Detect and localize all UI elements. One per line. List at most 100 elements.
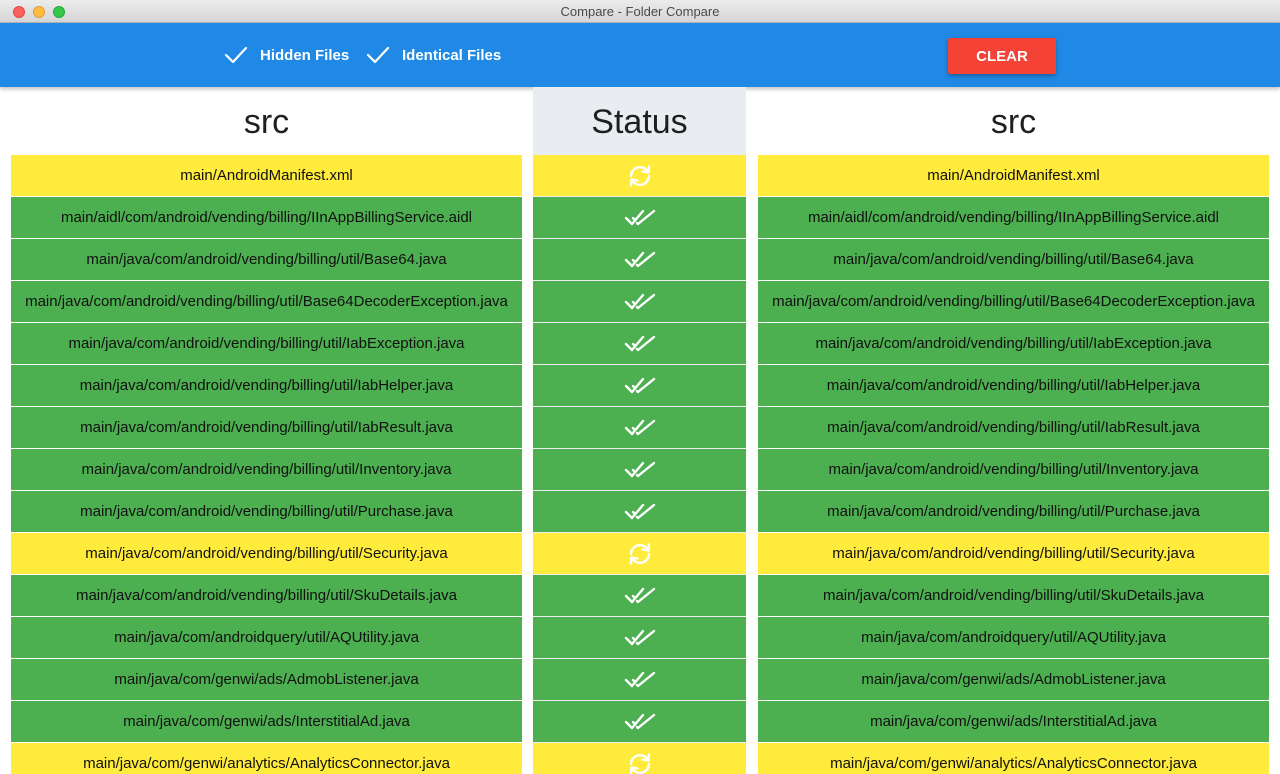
status-cell[interactable] [533, 701, 746, 742]
right-file-row[interactable]: main/java/com/android/vending/billing/ut… [758, 575, 1269, 616]
file-path: main/java/com/android/vending/billing/ut… [822, 587, 1205, 604]
file-path: main/java/com/android/vending/billing/ut… [79, 377, 454, 394]
sync-icon [629, 752, 650, 774]
file-path: main/java/com/android/vending/billing/ut… [832, 545, 1195, 562]
right-folder-column: src main/AndroidManifest.xml main/aidl/co… [758, 87, 1269, 774]
sync-icon [629, 542, 650, 565]
file-path: main/java/com/android/vending/billing/ut… [86, 251, 447, 268]
left-file-row[interactable]: main/java/com/android/vending/billing/ut… [11, 407, 522, 448]
file-path: main/java/com/androidquery/util/AQUtilit… [114, 629, 419, 646]
status-cell[interactable] [533, 659, 746, 700]
file-path: main/java/com/genwi/analytics/AnalyticsC… [830, 755, 1197, 772]
double-check-icon [624, 671, 655, 687]
checkmark-icon [224, 46, 248, 64]
double-check-icon [624, 209, 655, 225]
file-path: main/java/com/android/vending/billing/ut… [80, 503, 453, 520]
right-file-row[interactable]: main/java/com/android/vending/billing/ut… [758, 323, 1269, 364]
status-cell[interactable] [533, 239, 746, 280]
left-file-list: main/AndroidManifest.xml main/aidl/com/an… [11, 155, 522, 774]
file-path: main/AndroidManifest.xml [180, 167, 353, 184]
left-file-row[interactable]: main/java/com/android/vending/billing/ut… [11, 365, 522, 406]
double-check-icon [624, 587, 655, 603]
left-file-row[interactable]: main/aidl/com/android/vending/billing/II… [11, 197, 522, 238]
file-path: main/aidl/com/android/vending/billing/II… [60, 209, 473, 226]
left-file-row[interactable]: main/java/com/android/vending/billing/ut… [11, 449, 522, 490]
status-cell[interactable] [533, 491, 746, 532]
status-cell[interactable] [533, 407, 746, 448]
status-cell[interactable] [533, 365, 746, 406]
left-file-row[interactable]: main/java/com/android/vending/billing/ut… [11, 323, 522, 364]
status-cell[interactable] [533, 743, 746, 774]
file-path: main/java/com/genwi/ads/AdmobListener.ja… [114, 671, 419, 688]
status-cell[interactable] [533, 575, 746, 616]
left-file-row[interactable]: main/AndroidManifest.xml [11, 155, 522, 196]
right-column-title: src [990, 103, 1037, 141]
file-path: main/java/com/androidquery/util/AQUtilit… [861, 629, 1166, 646]
left-column-title: src [243, 103, 290, 141]
file-path: main/java/com/android/vending/billing/ut… [81, 461, 452, 478]
file-path: main/java/com/genwi/ads/AdmobListener.ja… [861, 671, 1166, 688]
file-path: main/java/com/android/vending/billing/ut… [80, 419, 453, 436]
left-file-row[interactable]: main/java/com/android/vending/billing/ut… [11, 533, 522, 574]
double-check-icon [624, 377, 655, 393]
file-path: main/java/com/android/vending/billing/ut… [772, 293, 1255, 310]
status-cell[interactable] [533, 155, 746, 196]
left-file-row[interactable]: main/java/com/genwi/ads/InterstitialAd.j… [11, 701, 522, 742]
status-column-title: Status [591, 103, 688, 141]
status-column: Status [533, 87, 746, 774]
right-file-row[interactable]: main/java/com/genwi/analytics/AnalyticsC… [758, 743, 1269, 774]
file-path: main/java/com/android/vending/billing/ut… [25, 293, 508, 310]
file-path: main/java/com/android/vending/billing/ut… [827, 419, 1200, 436]
double-check-icon [624, 713, 655, 729]
right-file-row[interactable]: main/java/com/android/vending/billing/ut… [758, 365, 1269, 406]
file-path: main/java/com/genwi/ads/InterstitialAd.j… [870, 713, 1157, 730]
right-file-row[interactable]: main/java/com/android/vending/billing/ut… [758, 449, 1269, 490]
clear-button[interactable]: CLEAR [948, 38, 1056, 74]
left-file-row[interactable]: main/java/com/android/vending/billing/ut… [11, 575, 522, 616]
double-check-icon [624, 419, 655, 435]
status-list [533, 155, 746, 774]
left-file-row[interactable]: main/java/com/android/vending/billing/ut… [11, 239, 522, 280]
status-cell[interactable] [533, 323, 746, 364]
right-file-row[interactable]: main/java/com/android/vending/billing/ut… [758, 239, 1269, 280]
right-file-row[interactable]: main/AndroidManifest.xml [758, 155, 1269, 196]
left-file-row[interactable]: main/java/com/androidquery/util/AQUtilit… [11, 617, 522, 658]
left-file-row[interactable]: main/java/com/android/vending/billing/ut… [11, 491, 522, 532]
file-path: main/java/com/android/vending/billing/ut… [833, 251, 1194, 268]
right-file-list: main/AndroidManifest.xml main/aidl/com/an… [758, 155, 1269, 774]
right-file-row[interactable]: main/java/com/android/vending/billing/ut… [758, 491, 1269, 532]
toolbar: Hidden Files Identical Files CLEAR [0, 23, 1280, 87]
double-check-icon [624, 503, 655, 519]
hidden-files-label: Hidden Files [260, 46, 350, 64]
status-cell[interactable] [533, 449, 746, 490]
status-cell[interactable] [533, 533, 746, 574]
right-file-row[interactable]: main/java/com/genwi/ads/AdmobListener.ja… [758, 659, 1269, 700]
identical-files-toggle[interactable]: Identical Files [366, 43, 501, 67]
double-check-icon [624, 461, 655, 477]
status-cell[interactable] [533, 197, 746, 238]
sync-icon [629, 164, 650, 187]
left-file-row[interactable]: main/java/com/genwi/ads/AdmobListener.ja… [11, 659, 522, 700]
window-title: Compare - Folder Compare [560, 4, 720, 19]
right-file-row[interactable]: main/java/com/genwi/ads/InterstitialAd.j… [758, 701, 1269, 742]
right-file-row[interactable]: main/java/com/android/vending/billing/ut… [758, 281, 1269, 322]
window-titlebar: Compare - Folder Compare [0, 0, 1280, 23]
file-path: main/java/com/android/vending/billing/ut… [85, 545, 448, 562]
right-file-row[interactable]: main/java/com/androidquery/util/AQUtilit… [758, 617, 1269, 658]
double-check-icon [624, 251, 655, 267]
right-file-row[interactable]: main/aidl/com/android/vending/billing/II… [758, 197, 1269, 238]
file-path: main/java/com/genwi/analytics/AnalyticsC… [83, 755, 450, 772]
file-path: main/java/com/android/vending/billing/ut… [826, 377, 1201, 394]
file-path: main/aidl/com/android/vending/billing/II… [807, 209, 1220, 226]
file-path: main/AndroidManifest.xml [927, 167, 1100, 184]
status-cell[interactable] [533, 617, 746, 658]
status-cell[interactable] [533, 281, 746, 322]
hidden-files-toggle[interactable]: Hidden Files [224, 43, 349, 67]
right-file-row[interactable]: main/java/com/android/vending/billing/ut… [758, 407, 1269, 448]
file-path: main/java/com/android/vending/billing/ut… [827, 503, 1200, 520]
left-file-row[interactable]: main/java/com/genwi/analytics/AnalyticsC… [11, 743, 522, 774]
identical-files-label: Identical Files [402, 46, 502, 64]
left-file-row[interactable]: main/java/com/android/vending/billing/ut… [11, 281, 522, 322]
file-path: main/java/com/android/vending/billing/ut… [68, 335, 465, 352]
right-file-row[interactable]: main/java/com/android/vending/billing/ut… [758, 533, 1269, 574]
